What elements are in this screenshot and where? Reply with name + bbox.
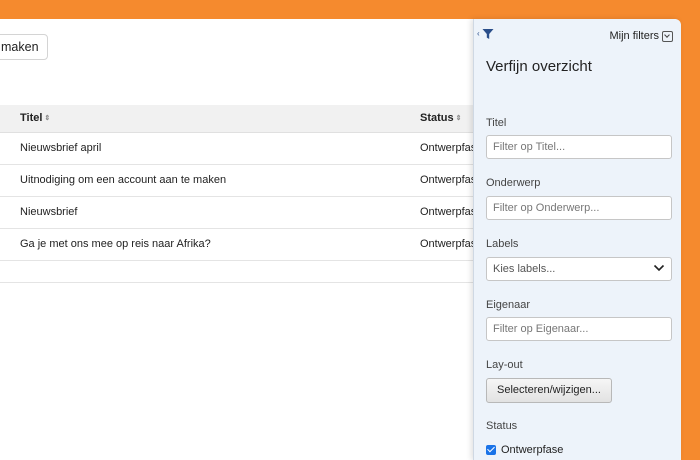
status-checkbox[interactable] [486,445,496,455]
column-header-title-label: Titel [20,112,43,124]
labels-select-placeholder: Kies labels... [493,263,556,275]
labels-select[interactable]: Kies labels... [486,257,672,281]
filter-panel-header: ‹ Mijn filters [474,19,681,49]
status-option-label: Ontwerpfase [501,444,564,456]
column-header-status-label: Status [420,112,454,124]
chevron-down-icon [662,30,673,42]
row-title[interactable]: Uitnodiging om een account aan te maken [20,165,226,196]
owner-filter-input[interactable] [486,317,672,341]
chevron-left-icon[interactable]: ‹ [477,29,480,38]
labels-filter-label: Labels [486,238,519,250]
create-button[interactable]: maken [0,34,48,60]
chevron-down-icon [653,264,665,272]
row-title[interactable]: Ga je met ons mee op reis naar Afrika? [20,229,211,260]
row-title[interactable]: Nieuwsbrief [20,197,77,228]
sort-icon: ⇕ [44,115,51,122]
status-option-ontwerpfase[interactable]: Ontwerpfase [486,444,563,456]
status-filter-label: Status [486,420,518,432]
column-header-title[interactable]: Titel ⇕ [20,105,50,132]
subject-filter-input[interactable] [486,196,672,220]
owner-filter-label: Eigenaar [486,299,531,311]
filter-panel: ‹ Mijn filters Verfijn overzicht Titel O… [473,19,681,460]
title-filter-input[interactable] [486,135,672,159]
title-filter-label: Titel [486,117,507,129]
my-filters-label: Mijn filters [609,30,659,42]
funnel-icon[interactable] [482,28,494,40]
layout-label: Lay-out [486,359,523,371]
my-filters-dropdown[interactable]: Mijn filters [609,30,673,42]
row-title[interactable]: Nieuwsbrief april [20,133,101,164]
column-header-status[interactable]: Status ⇕ [420,105,462,132]
sort-icon: ⇕ [455,115,462,122]
layout-select-button[interactable]: Selecteren/wijzigen... [486,378,612,403]
subject-filter-label: Onderwerp [486,177,541,189]
filter-panel-title: Verfijn overzicht [486,58,592,75]
